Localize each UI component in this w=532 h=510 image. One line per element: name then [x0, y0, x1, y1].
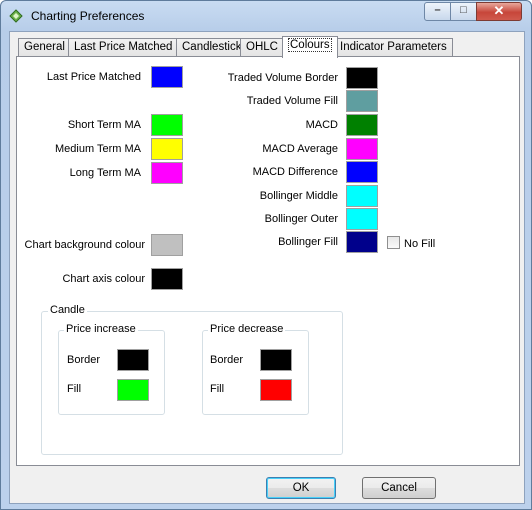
tab-candlestick[interactable]: Candlestick	[176, 38, 248, 57]
macd-label: MACD	[305, 119, 338, 131]
tab-label: General	[24, 41, 65, 53]
last-price-matched-colour-swatch[interactable]	[151, 66, 183, 88]
long-term-ma-label: Long Term MA	[69, 167, 141, 179]
traded-volume-fill-label: Traded Volume Fill	[246, 95, 338, 107]
window-title: Charting Preferences	[31, 9, 145, 23]
tab-label: Indicator Parameters	[340, 41, 447, 53]
decrease-fill-label: Fill	[210, 383, 225, 395]
bollinger-fill-label: Bollinger Fill	[278, 236, 338, 248]
increase-border-label: Border	[67, 354, 101, 366]
tab-colours[interactable]: Colours	[282, 36, 338, 58]
bollinger-outer-label: Bollinger Outer	[264, 213, 338, 225]
short-term-ma-colour-swatch[interactable]	[151, 114, 183, 136]
dialog-window: Charting Preferences – □ ✕ General Last …	[0, 0, 532, 510]
app-icon	[9, 9, 23, 23]
price-decrease-group	[202, 330, 309, 415]
medium-term-ma-colour-swatch[interactable]	[151, 138, 183, 160]
tab-last-price-matched[interactable]: Last Price Matched	[68, 38, 179, 57]
bollinger-middle-label: Bollinger Middle	[259, 190, 338, 202]
increase-border-colour-swatch[interactable]	[117, 349, 149, 371]
colours-panel: Last Price Matched Short Term MA Medium …	[16, 56, 520, 466]
decrease-border-colour-swatch[interactable]	[260, 349, 292, 371]
maximize-icon: □	[460, 4, 467, 16]
medium-term-ma-label: Medium Term MA	[55, 143, 141, 155]
traded-volume-border-label: Traded Volume Border	[227, 72, 338, 84]
candle-group-title: Candle	[48, 304, 87, 316]
cancel-button[interactable]: Cancel	[362, 477, 436, 499]
price-increase-title: Price increase	[64, 323, 138, 335]
last-price-matched-label: Last Price Matched	[46, 71, 141, 83]
macd-difference-label: MACD Difference	[252, 166, 338, 178]
price-decrease-title: Price decrease	[208, 323, 286, 335]
chart-axis-colour-label: Chart axis colour	[62, 273, 145, 285]
tab-label: Candlestick	[182, 41, 242, 53]
ok-button[interactable]: OK	[266, 477, 336, 499]
minimize-button[interactable]: –	[424, 2, 451, 21]
increase-fill-colour-swatch[interactable]	[117, 379, 149, 401]
tab-label: OHLC	[246, 41, 278, 53]
close-icon: ✕	[493, 3, 505, 18]
close-button[interactable]: ✕	[476, 2, 522, 21]
increase-fill-label: Fill	[67, 383, 82, 395]
tab-indicator-parameters[interactable]: Indicator Parameters	[334, 38, 453, 57]
tab-label: Last Price Matched	[74, 41, 173, 53]
dialog-client-area: General Last Price Matched Candlestick O…	[9, 31, 525, 504]
price-increase-group	[58, 330, 165, 415]
tab-ohlc[interactable]: OHLC	[240, 38, 284, 57]
chart-axis-colour-swatch[interactable]	[151, 268, 183, 290]
traded-volume-border-colour-swatch[interactable]	[346, 67, 378, 89]
macd-average-colour-swatch[interactable]	[346, 138, 378, 160]
title-bar[interactable]: Charting Preferences – □ ✕	[1, 1, 531, 31]
decrease-fill-colour-swatch[interactable]	[260, 379, 292, 401]
chart-background-colour-swatch[interactable]	[151, 234, 183, 256]
minimize-icon: –	[434, 4, 441, 16]
chart-background-colour-label: Chart background colour	[24, 239, 145, 251]
decrease-border-label: Border	[210, 354, 244, 366]
macd-average-label: MACD Average	[262, 143, 338, 155]
traded-volume-fill-colour-swatch[interactable]	[346, 90, 378, 112]
short-term-ma-label: Short Term MA	[67, 119, 141, 131]
tab-label: Colours	[288, 38, 332, 52]
macd-colour-swatch[interactable]	[346, 114, 378, 136]
maximize-button[interactable]: □	[450, 2, 477, 21]
no-fill-label[interactable]: No Fill	[404, 238, 435, 250]
bollinger-middle-colour-swatch[interactable]	[346, 185, 378, 207]
bollinger-fill-colour-swatch[interactable]	[346, 231, 378, 253]
bollinger-outer-colour-swatch[interactable]	[346, 208, 378, 230]
macd-difference-colour-swatch[interactable]	[346, 161, 378, 183]
tab-general[interactable]: General	[18, 38, 71, 57]
long-term-ma-colour-swatch[interactable]	[151, 162, 183, 184]
no-fill-checkbox[interactable]	[387, 236, 400, 249]
